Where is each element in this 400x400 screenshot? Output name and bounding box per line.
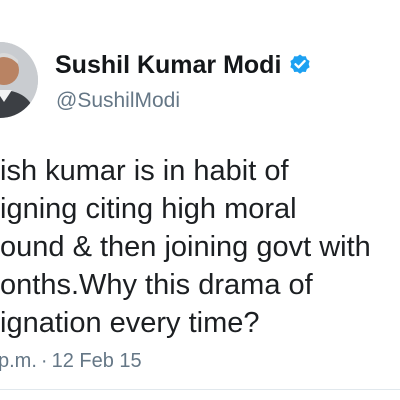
divider	[0, 389, 400, 390]
tweet-text-line: ound & then joining govt with	[0, 231, 371, 263]
avatar[interactable]	[0, 42, 38, 118]
tweet-date: 12 Feb 15	[51, 350, 142, 372]
display-name-text: Sushil Kumar Modi	[55, 51, 282, 79]
tweet-text-line: onths.Why this drama of	[0, 269, 313, 301]
tweet-timestamp[interactable]: p.m. · 12 Feb 15	[0, 348, 142, 374]
tweet-card: Sushil Kumar Modi @SushilModi ish kumar …	[0, 0, 400, 400]
tweet-text-line: ignation every time?	[0, 307, 260, 339]
tweet-text: ish kumar is in habit of igning citing h…	[0, 152, 400, 342]
timestamp-separator: ·	[40, 350, 48, 372]
tweet-text-line: igning citing high moral	[0, 193, 297, 225]
tweet-text-line: ish kumar is in habit of	[0, 155, 289, 187]
verified-badge-icon	[288, 53, 312, 77]
avatar-photo	[0, 42, 38, 118]
user-handle[interactable]: @SushilModi	[56, 88, 180, 114]
tweet-time: p.m.	[0, 350, 37, 372]
display-name[interactable]: Sushil Kumar Modi	[55, 50, 312, 80]
